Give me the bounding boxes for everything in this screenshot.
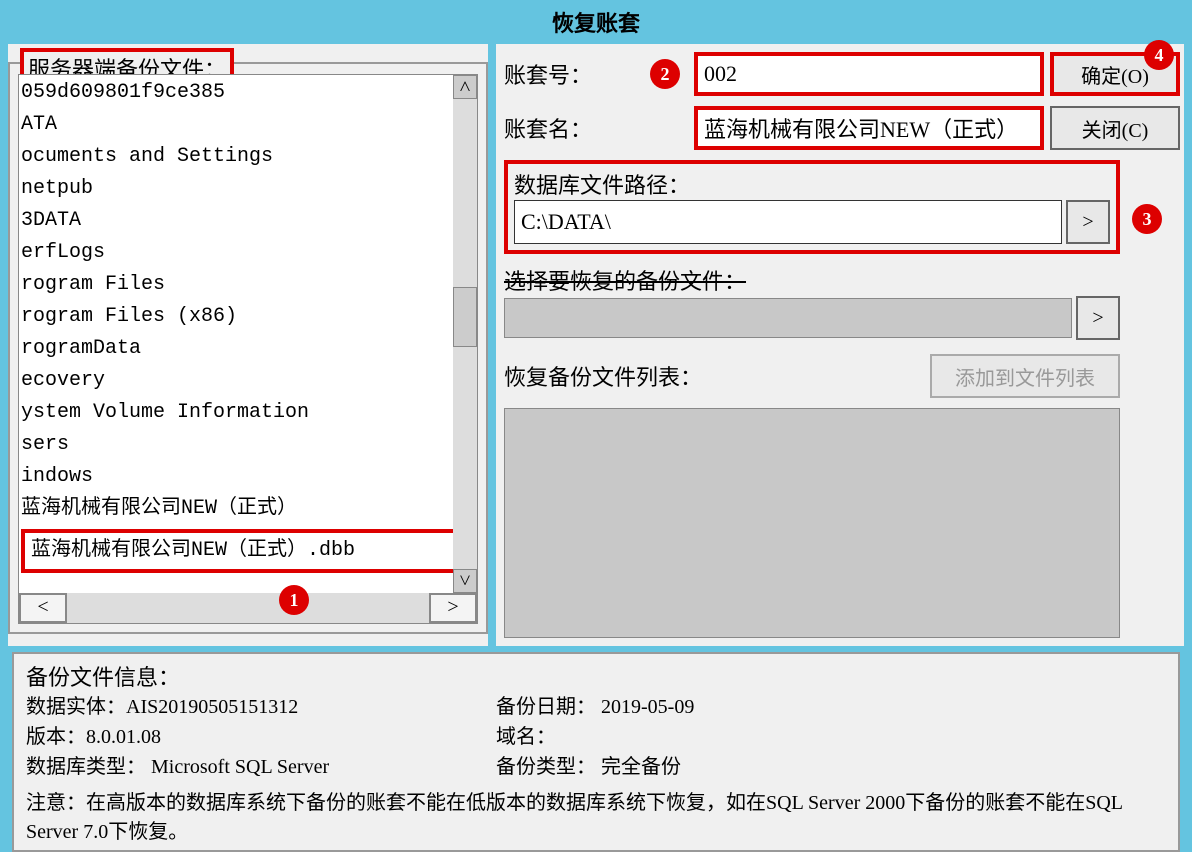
version-label: 版本： [26,726,86,748]
account-name-label: 账套名： [504,112,644,144]
scroll-left-icon[interactable]: < [19,593,67,623]
backup-type-value: 完全备份 [601,756,681,778]
scroll-right-icon[interactable]: > [429,593,477,623]
list-item[interactable]: 059d609801f9ce385 [21,77,475,109]
domain-label: 域名： [496,726,556,748]
close-button[interactable]: 关闭(C) [1050,106,1180,150]
list-item[interactable]: indows [21,461,475,493]
backup-date-label: 备份日期： [496,696,596,718]
annotation-badge-4: 4 [1144,40,1174,70]
window-title: 恢复账套 [4,0,1188,44]
selected-backup-file[interactable]: 蓝海机械有限公司NEW（正式）.dbb [21,529,467,573]
account-name-input[interactable] [694,106,1044,150]
restore-file-list[interactable] [504,408,1120,638]
backup-date-value: 2019-05-09 [601,696,694,718]
list-item[interactable]: sers [21,429,475,461]
list-item[interactable]: erfLogs [21,237,475,269]
annotation-badge-1: 1 [279,585,309,615]
db-path-label: 数据库文件路径： [514,168,1110,200]
list-item[interactable]: 3DATA [21,205,475,237]
info-note: 注意：在高版本的数据库系统下备份的账套不能在低版本的数据库系统下恢复，如在SQL… [26,786,1166,844]
scroll-thumb[interactable] [453,287,477,347]
backup-type-label: 备份类型： [496,756,596,778]
list-item[interactable]: rogram Files (x86) [21,301,475,333]
list-item[interactable]: rogramData [21,333,475,365]
dbtype-value: Microsoft SQL Server [151,756,329,778]
scroll-down-icon[interactable]: ˅ [453,569,477,593]
account-no-input[interactable] [694,52,1044,96]
scroll-up-icon[interactable]: ˄ [453,75,477,99]
db-path-input[interactable] [514,200,1062,244]
list-item[interactable]: 蓝海机械有限公司NEW（正式） [21,493,475,525]
backup-browse-button[interactable]: > [1076,296,1120,340]
vertical-scrollbar[interactable]: ˄ ˅ [453,75,477,593]
list-item[interactable]: ATA [21,109,475,141]
list-item[interactable]: ecovery [21,365,475,397]
list-item[interactable]: rogram Files [21,269,475,301]
select-backup-label: 选择要恢复的备份文件： [504,264,1120,296]
file-list[interactable]: 059d609801f9ce385 ATA ocuments and Setti… [18,74,478,624]
info-title: 备份文件信息： [26,660,1166,692]
account-no-label: 账套号： [504,58,644,90]
browse-button[interactable]: > [1066,200,1110,244]
chevron-right-icon: > [1092,307,1103,329]
annotation-badge-2: 2 [650,59,680,89]
server-backup-files-group: 服务器端备份文件： 059d609801f9ce385 ATA ocuments… [8,62,488,634]
entity-value: AIS20190505151312 [126,696,298,718]
list-item[interactable]: netpub [21,173,475,205]
backup-info-panel: 备份文件信息： 数据实体：AIS20190505151312 备份日期： 201… [12,652,1180,852]
list-item[interactable]: ocuments and Settings [21,141,475,173]
chevron-right-icon: > [1082,211,1093,233]
dbtype-label: 数据库类型： [26,756,146,778]
annotation-badge-3: 3 [1132,204,1162,234]
entity-label: 数据实体： [26,696,126,718]
restore-list-label: 恢复备份文件列表： [504,360,924,392]
backup-file-select[interactable] [504,298,1072,338]
add-to-list-button[interactable]: 添加到文件列表 [930,354,1120,398]
list-item[interactable]: ystem Volume Information [21,397,475,429]
version-value: 8.0.01.08 [86,726,161,748]
horizontal-scrollbar[interactable]: < > [19,593,477,623]
